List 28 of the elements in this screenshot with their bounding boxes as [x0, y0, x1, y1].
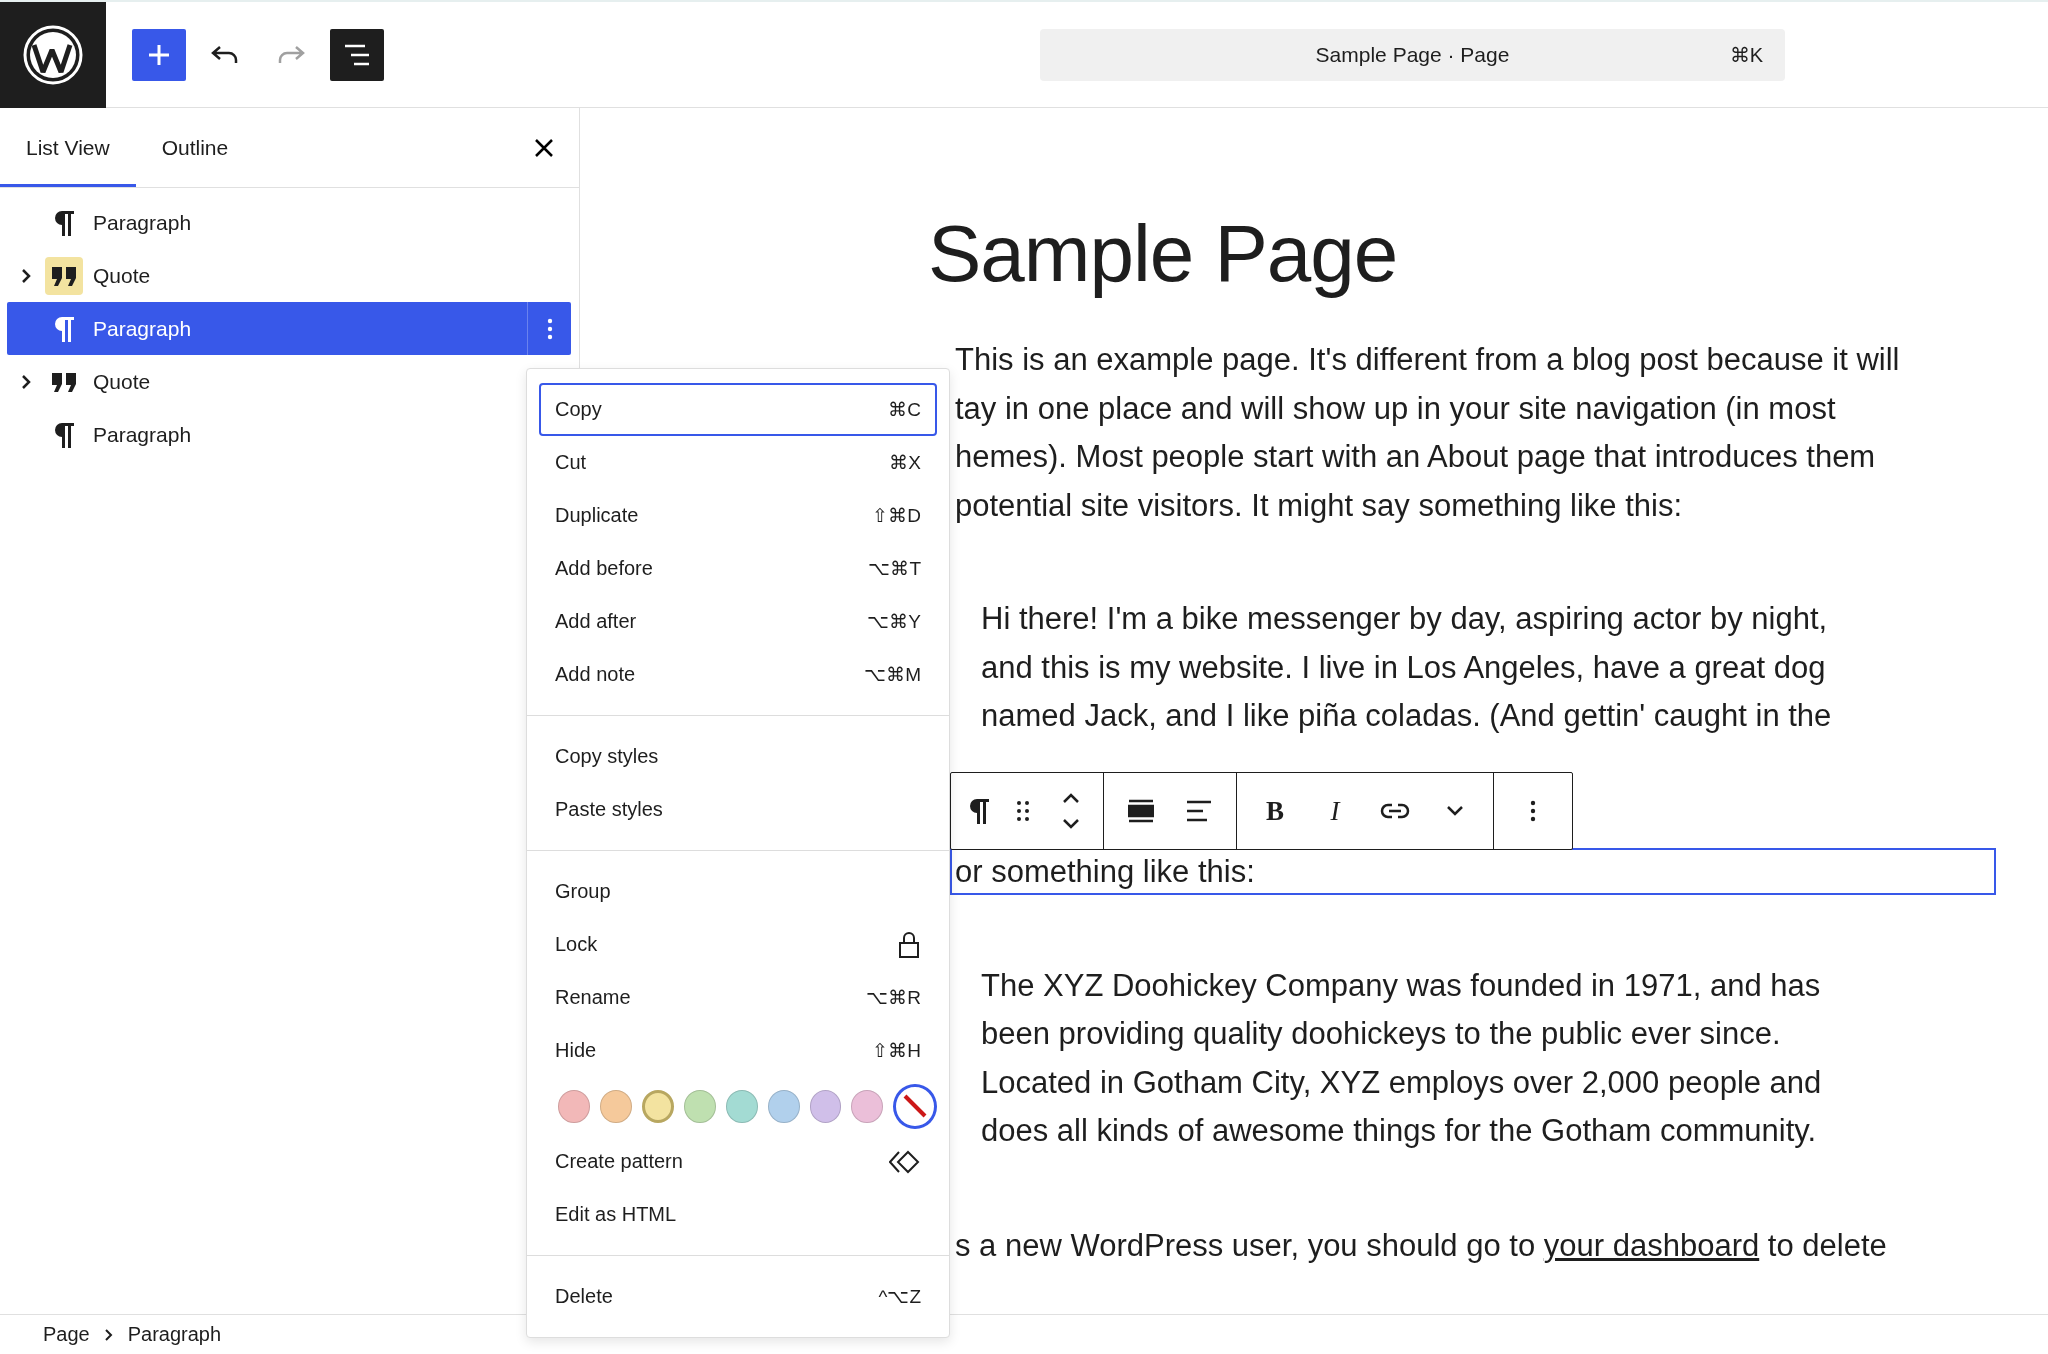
paragraph-text: potential site visitors. It might say something like this:	[955, 486, 1684, 525]
quote-text: The XYZ Doohickey Company was founded in 1971, and has	[981, 966, 1822, 1005]
shortcut-text: ⌘C	[888, 398, 921, 421]
quote-text: been providing quality doohickeys to the public ever since.	[981, 1015, 1782, 1053]
item-label: Paragraph	[93, 316, 193, 341]
paragraph-text: or something like this:	[955, 852, 1256, 891]
paragraph-text: This is an example page. It's different from a blog post because it will	[955, 341, 1901, 379]
paragraph-text: tay in one place and will show up in your site navigation (in most	[955, 389, 1837, 428]
page-title: Sample Page	[928, 210, 1399, 298]
shortcut-text: ⌥⌘Y	[867, 610, 921, 633]
item-label: Paragraph	[93, 210, 193, 235]
paragraph-text: s a new WordPress user, you should go to your dashboard to delete	[955, 1226, 1888, 1265]
shortcut-text: ⌘X	[889, 451, 921, 474]
shortcut-text: ^⌥Z	[878, 1285, 921, 1308]
paragraph-text: hemes). Most people start with an About page that introduces them	[955, 438, 1877, 476]
item-label: Paragraph	[93, 422, 193, 447]
quote-text: Located in Gotham City, XYZ employs over 2,000 people and	[981, 1063, 1823, 1102]
quote-text: named Jack, and I like piña coladas. (And gettin' caught in the	[981, 697, 1833, 735]
shortcut-text: ⇧⌘H	[872, 1039, 921, 1062]
item-label: Quote	[93, 369, 152, 394]
quote-text: Hi there! I'm a bike messenger by day, aspiring actor by night,	[981, 600, 1829, 638]
shortcut-text: ⇧⌘D	[872, 504, 921, 527]
shortcut-text: ⌥⌘M	[864, 663, 921, 686]
shortcut-text: ⌥⌘R	[866, 986, 921, 1009]
item-label: Quote	[93, 263, 152, 288]
quote-text: does all kinds of awesome things for the Gotham community.	[981, 1112, 1818, 1150]
quote-text: and this is my website. I live in Los Angeles, have a great dog	[981, 648, 1827, 687]
shortcut-text: ⌥⌘T	[868, 557, 921, 580]
